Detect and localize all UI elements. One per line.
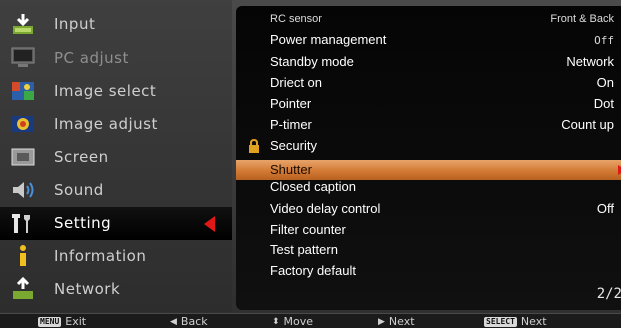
image-select-icon <box>12 82 34 100</box>
hint-label: Move <box>283 315 314 328</box>
menu-label: Image select <box>54 82 157 100</box>
row-label: Closed caption <box>270 179 356 194</box>
row-label: RC sensor <box>270 13 322 25</box>
page-indicator: 2/2 <box>596 286 621 302</box>
menu-item-image-select[interactable]: Image select <box>0 75 232 108</box>
hint-label: Back <box>180 315 208 328</box>
row-label: Filter counter <box>270 222 346 237</box>
main-menu: Input PC adjust Image select Image adjus… <box>0 0 232 312</box>
row-standby-mode[interactable]: Standby mode Network <box>236 52 621 72</box>
row-label: Factory default <box>270 263 356 278</box>
menu-item-pc-adjust[interactable]: PC adjust <box>0 42 232 75</box>
row-value: On <box>596 75 614 90</box>
row-value: Off <box>596 201 614 216</box>
image-adjust-icon <box>12 116 34 132</box>
hint-label: Next <box>388 315 415 328</box>
lock-icon <box>249 139 259 153</box>
screen-icon <box>11 148 35 166</box>
row-label: Pointer <box>270 96 312 111</box>
menu-label: Setting <box>54 214 112 232</box>
menu-label: PC adjust <box>54 49 129 67</box>
menu-item-screen[interactable]: Screen <box>0 141 232 174</box>
menu-item-information[interactable]: Information <box>0 240 232 273</box>
network-icon <box>13 277 33 299</box>
row-label: Test pattern <box>270 242 338 257</box>
hint-label: Exit <box>65 315 87 328</box>
menu-label: Information <box>54 247 147 265</box>
menu-item-sound[interactable]: Sound <box>0 174 232 207</box>
row-value: Count up <box>561 117 614 132</box>
menu-label: Image adjust <box>54 115 158 133</box>
hint-move: ⬍ Move <box>272 315 313 328</box>
hint-exit: MENU Exit <box>38 315 86 328</box>
right-arrow-icon: ▶ <box>378 316 385 327</box>
row-rc-sensor[interactable]: RC sensor Front & Back <box>236 10 621 30</box>
row-label: Standby mode <box>270 54 354 69</box>
row-test-pattern[interactable]: Test pattern <box>236 240 621 260</box>
menu-label: Input <box>54 15 96 33</box>
hint-label: Next <box>520 315 547 328</box>
projector-menu-screen: Input PC adjust Image select Image adjus… <box>0 0 621 328</box>
setting-submenu-panel: RC sensor Front & Back Power management … <box>236 6 621 310</box>
menu-key-icon: MENU <box>38 316 62 327</box>
row-label: Driect on <box>270 75 323 90</box>
menu-label: Screen <box>54 148 109 166</box>
row-power-management[interactable]: Power management Off <box>236 30 621 50</box>
row-value: Front & Back <box>550 13 614 25</box>
row-pointer[interactable]: Pointer Dot <box>236 94 621 114</box>
row-label: P-timer <box>270 117 312 132</box>
row-security[interactable]: Security <box>236 136 621 156</box>
pc-adjust-icon <box>11 47 35 67</box>
row-label: Video delay control <box>270 201 381 216</box>
row-label: Power management <box>270 32 387 47</box>
hint-select-next: SELECT Next <box>484 315 547 328</box>
menu-label: Network <box>54 280 121 298</box>
hint-next: ▶ Next <box>378 315 415 328</box>
row-factory-default[interactable]: Factory default <box>236 261 621 281</box>
row-direct-on[interactable]: Driect on On <box>236 73 621 93</box>
row-video-delay-control[interactable]: Video delay control Off <box>236 199 621 219</box>
hint-back: ◀ Back <box>170 315 208 328</box>
input-icon <box>13 14 33 34</box>
menu-item-network[interactable]: Network <box>0 273 232 306</box>
row-label: Shutter <box>270 162 312 177</box>
row-value: Off <box>594 34 614 47</box>
row-filter-counter[interactable]: Filter counter <box>236 220 621 240</box>
menu-item-input[interactable]: Input <box>0 8 232 41</box>
key-guide-bar: MENU Exit ◀ Back ⬍ Move ▶ Next SELECT Ne… <box>0 313 621 328</box>
information-icon <box>20 245 26 266</box>
row-value: Dot <box>593 96 614 111</box>
select-key-icon: SELECT <box>484 316 517 327</box>
menu-item-image-adjust[interactable]: Image adjust <box>0 108 232 141</box>
active-indicator-arrow-icon <box>204 216 215 232</box>
row-label: Security <box>270 138 317 153</box>
row-value: Network <box>566 54 614 69</box>
left-arrow-icon: ◀ <box>170 316 177 327</box>
menu-item-setting[interactable]: Setting <box>0 207 232 240</box>
row-p-timer[interactable]: P-timer Count up <box>236 115 621 135</box>
menu-label: Sound <box>54 181 104 199</box>
row-closed-caption[interactable]: Closed caption <box>236 177 621 197</box>
up-down-arrow-icon: ⬍ <box>272 316 280 327</box>
sound-icon <box>13 182 34 198</box>
setting-icon <box>12 214 30 233</box>
